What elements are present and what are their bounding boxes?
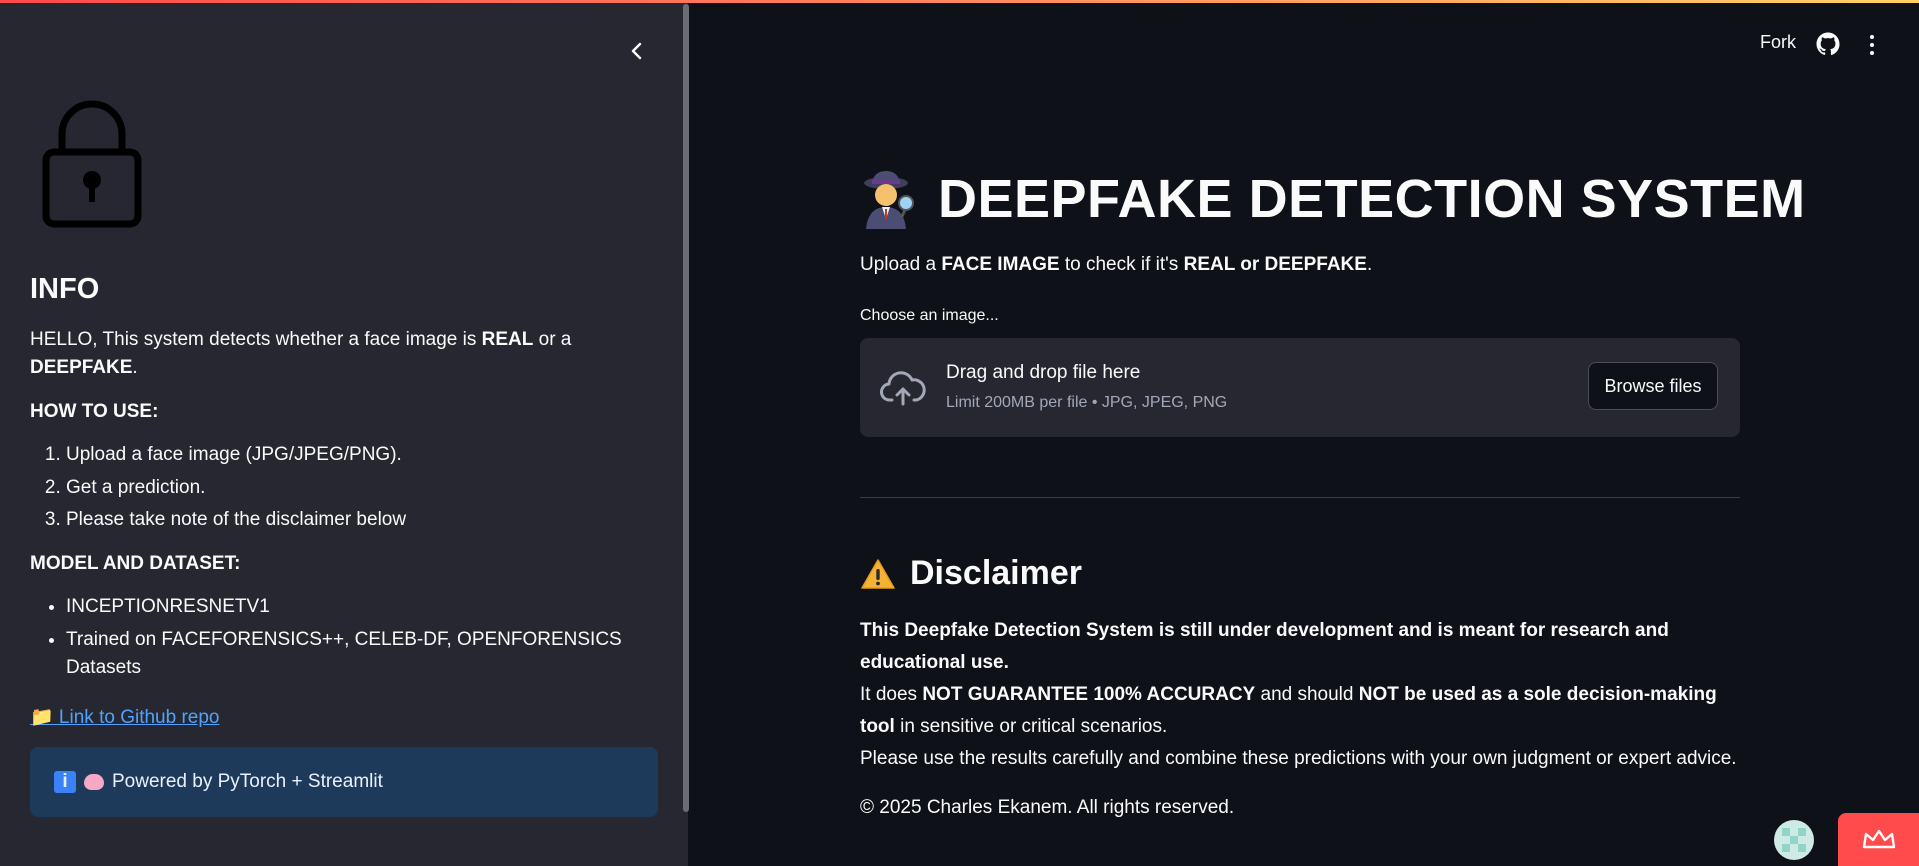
disclaimer-heading-row: Disclaimer [860,554,1082,593]
file-limit-text: Limit 200MB per file • JPG, JPEG, PNG [946,394,1228,411]
sidebar-content: INFO HELLO, This system detects whether … [30,268,670,732]
list-item: Upload a face image (JPG/JPEG/PNG). [66,441,670,470]
intro-text: HELLO, This system detects whether a fac… [30,328,482,350]
subtitle-face: FACE IMAGE [941,254,1060,275]
subtitle-verdict: REAL or DEEPFAKE [1183,254,1367,275]
how-to-use-heading: HOW TO USE: [30,400,159,422]
streamlit-badge[interactable] [1838,813,1919,866]
disclaimer-line-1: This Deepfake Detection System is still … [860,620,1669,673]
disclaimer-body: This Deepfake Detection System is still … [860,615,1740,775]
disclaimer-line-2: It does NOT GUARANTEE 100% ACCURACY and … [860,679,1740,743]
pixel-avatar-icon [1782,828,1806,852]
divider [860,497,1740,498]
disclaimer-text-mid: and should [1255,684,1359,705]
model-list: INCEPTIONRESNETV1 Trained on FACEFORENSI… [30,593,670,683]
app-title: DEEPFAKE DETECTION SYSTEM [938,169,1806,229]
powered-by-info-box: i Powered by PyTorch + Streamlit [30,747,658,817]
crown-icon [1862,829,1895,848]
collapse-sidebar-button[interactable] [622,36,652,66]
sidebar: INFO HELLO, This system detects whether … [0,0,689,866]
intro-text-mid: or a [533,328,572,350]
subtitle-text: Upload a [860,254,942,275]
disclaimer-accuracy: NOT GUARANTEE 100% ACCURACY [922,684,1256,705]
disclaimer-heading: Disclaimer [910,554,1082,592]
uploader-label: Choose an image... [860,307,999,324]
top-accent-bar [0,0,1919,3]
page-title: DEEPFAKE DETECTION SYSTEM [860,168,1806,230]
sidebar-intro: HELLO, This system detects whether a fac… [30,326,670,383]
avatar[interactable] [1774,820,1814,860]
intro-deepfake: DEEPFAKE [30,357,133,378]
copyright: © 2025 Charles Ekanem. All rights reserv… [860,797,1235,818]
detective-icon [864,171,914,229]
dot [1870,51,1874,55]
model-heading: MODEL AND DATASET: [30,552,241,574]
warning-icon [861,558,895,589]
intro-real: REAL [481,328,534,350]
subtitle: Upload a FACE IMAGE to check if it's REA… [860,254,1372,276]
powered-by-text: Powered by PyTorch + Streamlit [112,771,383,792]
intro-text-end: . [132,357,138,378]
list-item: Please take note of the disclaimer below [66,506,670,535]
drag-drop-text: Drag and drop file here [946,362,1141,383]
disclaimer-line-3: Please use the results carefully and com… [860,748,1737,769]
list-item: Get a prediction. [66,474,670,503]
chevron-left-icon [631,42,642,60]
cloud-upload-icon [880,371,926,406]
dot [1870,35,1874,39]
disclaimer-text: It does [860,684,923,705]
lock-icon [42,100,142,228]
subtitle-text-mid: to check if it's [1059,254,1184,275]
info-icon: i [54,771,76,793]
fork-button[interactable]: Fork [1760,32,1796,53]
github-icon[interactable] [1816,32,1840,56]
list-item: Trained on FACEFORENSICS++, CELEB-DF, OP… [66,626,670,683]
how-to-use-list: Upload a face image (JPG/JPEG/PNG). Get … [30,441,670,535]
list-item: INCEPTIONRESNETV1 [66,593,670,622]
brain-icon [84,774,104,790]
github-repo-link[interactable]: 📁 Link to Github repo [30,704,219,733]
browse-files-button[interactable]: Browse files [1588,362,1718,410]
file-dropzone[interactable]: Drag and drop file here Limit 200MB per … [860,338,1740,437]
disclaimer-text-end: in sensitive or critical scenarios. [894,716,1168,737]
main-menu-button[interactable] [1862,32,1882,58]
dot [1870,43,1874,47]
sidebar-scrollbar[interactable] [683,4,689,812]
sidebar-heading: INFO [30,273,100,305]
subtitle-end: . [1366,254,1373,275]
